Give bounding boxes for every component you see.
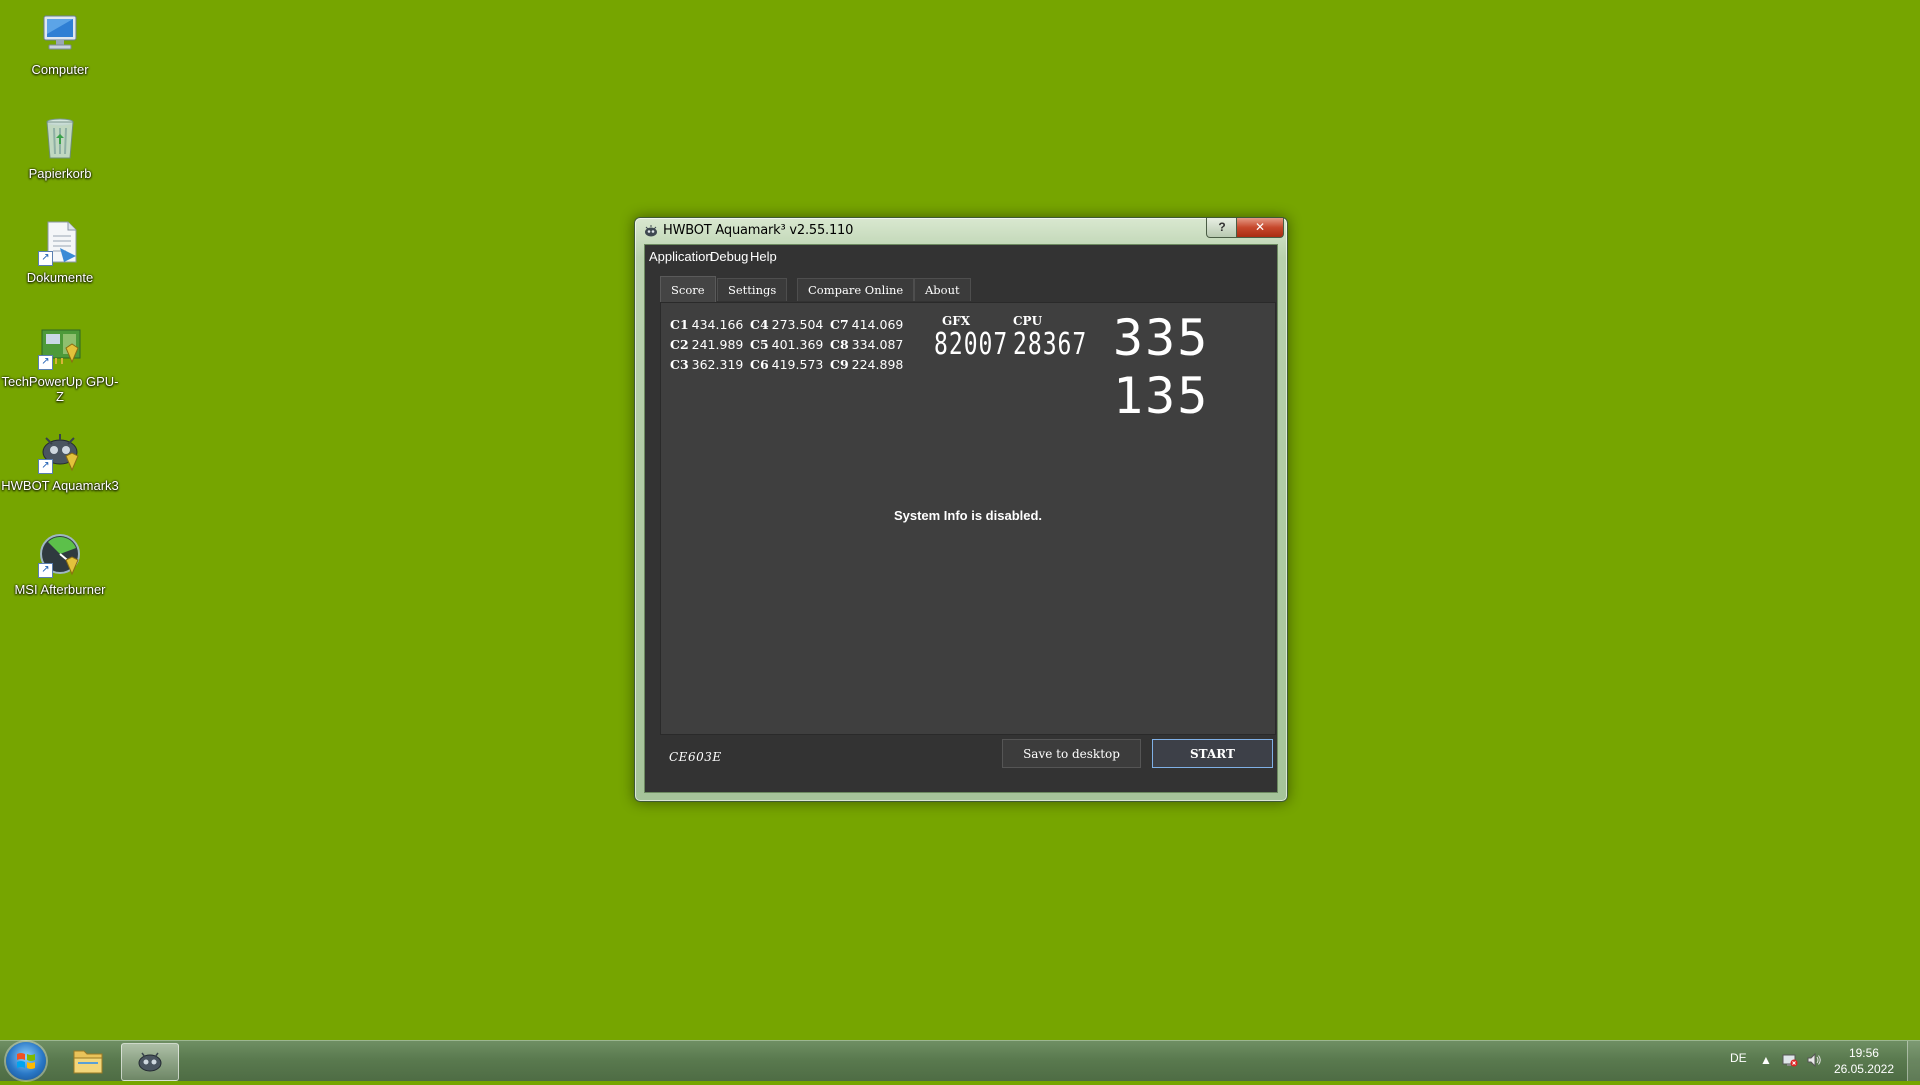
help-title-button[interactable]: ?	[1206, 218, 1238, 238]
start-button-orb[interactable]	[6, 1042, 46, 1080]
aquamark-window: HWBOT Aquamark³ v2.55.110 ? ✕ Applicatio…	[634, 217, 1288, 802]
title-bar[interactable]: HWBOT Aquamark³ v2.55.110 ? ✕	[635, 218, 1287, 244]
desktop-icon-label: Papierkorb	[28, 166, 92, 181]
desktop-icon-label: HWBOT Aquamark3	[1, 478, 119, 493]
tray-expand-icon[interactable]: ▲	[1760, 1053, 1772, 1067]
shortcut-arrow-icon: ↗	[38, 355, 53, 370]
start-button[interactable]: START	[1152, 739, 1273, 768]
window-title: HWBOT Aquamark³ v2.55.110	[663, 223, 854, 238]
score-c5: C5 401.369	[750, 337, 824, 352]
cpu-label: CPU	[1013, 314, 1043, 328]
computer-icon	[36, 10, 84, 58]
validation-code: CE603E	[669, 750, 722, 764]
folder-icon	[73, 1050, 103, 1074]
aquamark-icon: ↗	[36, 426, 84, 474]
shortcut-arrow-icon: ↗	[38, 563, 53, 578]
clock[interactable]: 19:56 26.05.2022	[1834, 1045, 1894, 1077]
score-c8: C8 334.087	[830, 337, 904, 352]
windows-logo-icon	[17, 1053, 35, 1069]
tab-score[interactable]: Score	[660, 276, 716, 303]
taskbar-explorer[interactable]	[60, 1043, 116, 1079]
desktop-icon-label: MSI Afterburner	[14, 582, 106, 597]
score-c7: C7 414.069	[830, 317, 904, 332]
score-c3: C3 362.319	[670, 357, 744, 372]
score-c4: C4 273.504	[750, 317, 824, 332]
app-icon	[643, 224, 659, 238]
desktop-icon-gpu-z[interactable]: ↗ TechPowerUp GPU-Z	[0, 314, 120, 404]
desktop-icon-documents[interactable]: ↗ Dokumente	[0, 210, 120, 285]
taskbar: DE ▲ 19:56 26.05.2022	[0, 1040, 1920, 1081]
score-c2: C2 241.989	[670, 337, 744, 352]
taskbar-aquamark[interactable]	[121, 1043, 179, 1081]
aquamark-taskbar-icon	[138, 1052, 162, 1072]
desktop-icon-label: Dokumente	[26, 270, 94, 285]
gfx-score: 82007	[934, 328, 1009, 362]
gpu-z-icon: ↗	[36, 322, 84, 370]
close-button[interactable]: ✕	[1236, 218, 1284, 238]
close-icon: ✕	[1254, 220, 1266, 234]
volume-icon[interactable]	[1806, 1052, 1822, 1071]
score-c1: C1 434.166	[670, 317, 744, 332]
window-client: Application Debug Help Score Settings Co…	[644, 244, 1278, 793]
language-indicator[interactable]: DE	[1730, 1051, 1747, 1065]
desktop-icon-label: TechPowerUp GPU-Z	[1, 374, 119, 404]
recycle-bin-icon	[36, 114, 84, 162]
gfx-label: GFX	[942, 314, 971, 328]
desktop-icon-aquamark[interactable]: ↗ HWBOT Aquamark3	[0, 418, 120, 493]
system-info-message: System Info is disabled.	[893, 508, 1043, 523]
desktop-icon-recycle-bin[interactable]: Papierkorb	[0, 106, 120, 181]
menu-bar: Application Debug Help	[645, 245, 1277, 267]
score-panel: C1 434.166 C2 241.989 C3 362.319 C4 273.504 …	[660, 302, 1276, 735]
network-icon[interactable]	[1782, 1052, 1798, 1071]
shortcut-arrow-icon: ↗	[38, 459, 53, 474]
menu-help[interactable]: Help	[750, 249, 777, 264]
tab-settings[interactable]: Settings	[717, 278, 788, 301]
shortcut-arrow-icon: ↗	[38, 251, 53, 266]
desktop-icon-computer[interactable]: Computer	[0, 2, 120, 77]
tab-compare-online[interactable]: Compare Online	[797, 278, 915, 301]
clock-time: 19:56	[1848, 1046, 1879, 1060]
total-score: 335 135	[1113, 309, 1210, 425]
tab-about[interactable]: About	[914, 278, 971, 301]
desktop-icon-afterburner[interactable]: ↗ MSI Afterburner	[0, 522, 120, 597]
score-c6: C6 419.573	[750, 357, 824, 372]
cpu-score: 28367	[1013, 328, 1088, 362]
documents-icon: ↗	[36, 218, 84, 266]
afterburner-icon: ↗	[36, 530, 84, 578]
desktop-icon-label: Computer	[31, 62, 89, 77]
menu-application[interactable]: Application	[649, 249, 713, 264]
save-to-desktop-button[interactable]: Save to desktop	[1002, 739, 1141, 768]
score-c9: C9 224.898	[830, 357, 904, 372]
menu-debug[interactable]: Debug	[710, 249, 748, 264]
show-desktop-button[interactable]	[1907, 1041, 1920, 1081]
clock-date: 26.05.2022	[1833, 1062, 1894, 1076]
